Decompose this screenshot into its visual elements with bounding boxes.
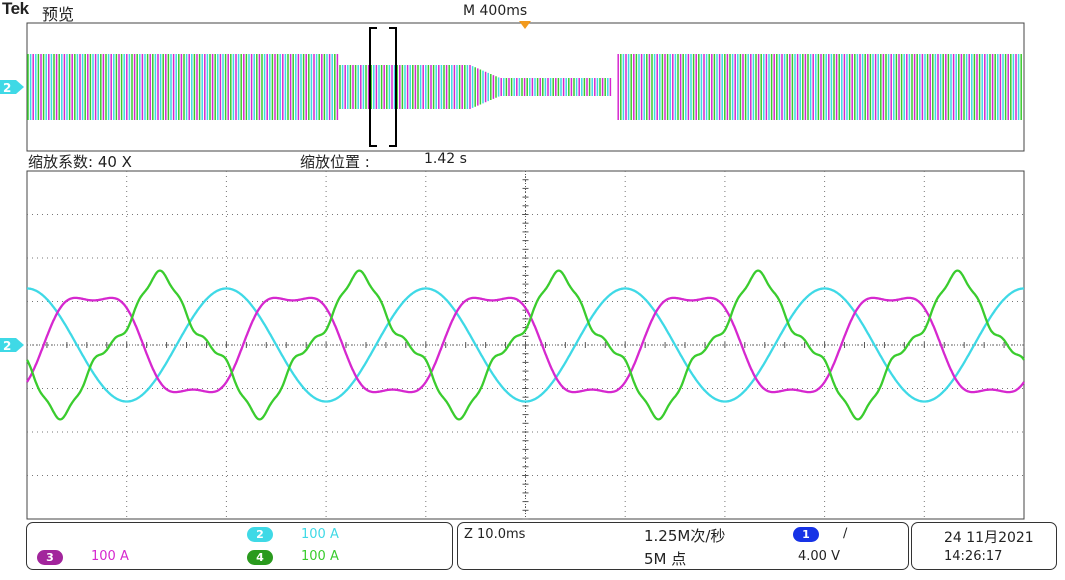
- zoom-position-value: 1.42 s: [424, 151, 467, 167]
- sample-rate: 1.25M次/秒: [644, 527, 726, 545]
- record-length: 5M 点: [644, 550, 687, 568]
- acquisition-box[interactable]: Z 10.0ms 1.25M次/秒 5M 点 1 ∕ 4.00 V: [457, 522, 909, 570]
- timebase-readout: M 400ms: [463, 3, 528, 19]
- date-readout: 24 11月2021: [944, 530, 1034, 546]
- zoom-factor: 缩放系数: 40 X: [28, 153, 132, 171]
- brand-logo: Tek: [2, 0, 29, 18]
- channel-settings-box[interactable]: 2 100 A 3 100 A 4 100 A: [26, 522, 453, 570]
- ch2-badge[interactable]: 2: [247, 527, 273, 542]
- time-readout: 14:26:17: [944, 549, 1003, 564]
- ch2-marker-label-overview: 2: [3, 81, 11, 95]
- trigger-level: 4.00 V: [798, 549, 840, 564]
- oscilloscope-display: 22: [0, 21, 1025, 520]
- ch4-badge[interactable]: 4: [247, 550, 273, 565]
- datetime-box: 24 11月2021 14:26:17: [911, 522, 1057, 570]
- ch4-scale: 100 A: [301, 549, 339, 564]
- ch2-marker-label: 2: [3, 339, 11, 353]
- mode-label: 预览: [42, 5, 75, 24]
- ch3-scale: 100 A: [91, 549, 129, 564]
- trigger-slope-icon: ∕: [843, 526, 848, 541]
- ch3-badge[interactable]: 3: [37, 550, 63, 565]
- trigger-source-badge[interactable]: 1: [793, 527, 819, 542]
- zoom-position-label: 缩放位置 :: [300, 153, 370, 171]
- zoom-timebase: Z 10.0ms: [464, 527, 526, 542]
- ch2-scale: 100 A: [301, 527, 339, 542]
